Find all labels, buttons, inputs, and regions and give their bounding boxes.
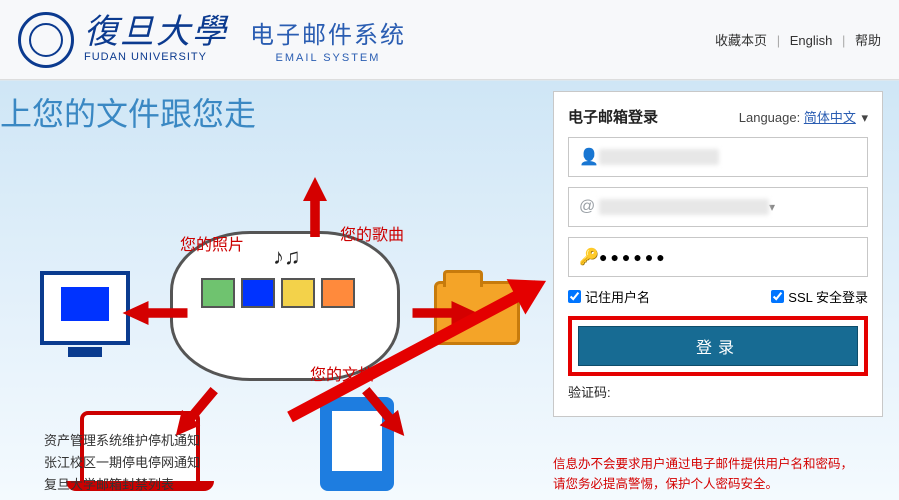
- login-button[interactable]: 登录: [578, 326, 858, 366]
- language-selector[interactable]: Language: 简体中文 ▾: [739, 107, 868, 126]
- login-panel: 电子邮箱登录 Language: 简体中文 ▾ 👤 @ 🔑 ●●●●●● 记住用…: [553, 91, 883, 417]
- illus-label-songs: 您的歌曲: [340, 221, 404, 245]
- caret-down-icon: ▾: [861, 110, 868, 125]
- link-help[interactable]: 帮助: [855, 33, 881, 48]
- link-english[interactable]: English: [790, 33, 833, 48]
- key-icon: 🔑: [579, 247, 599, 267]
- ssl-login-checkbox[interactable]: SSL 安全登录: [771, 287, 868, 306]
- ssl-label: SSL 安全登录: [788, 287, 868, 306]
- university-name-en: FUDAN UNIVERSITY: [84, 52, 228, 63]
- password-field[interactable]: 🔑 ●●●●●●: [568, 237, 868, 277]
- brand-block: 復旦大學 FUDAN UNIVERSITY 电子邮件系统 EMAIL SYSTE…: [18, 12, 406, 68]
- monitor-icon: [40, 271, 130, 345]
- remember-checkbox-input[interactable]: [568, 290, 581, 303]
- separator: |: [842, 33, 845, 48]
- notice-item[interactable]: 张江校区一期停电停网通知: [44, 452, 200, 474]
- top-links: 收藏本页 | English | 帮助: [715, 30, 881, 49]
- app-tile-icon: [201, 278, 235, 308]
- password-value: ●●●●●●: [599, 249, 668, 265]
- remember-label: 记住用户名: [585, 287, 650, 306]
- login-button-highlight: 登录: [568, 316, 868, 376]
- login-title: 电子邮箱登录: [568, 106, 658, 127]
- link-bookmark[interactable]: 收藏本页: [715, 33, 767, 48]
- at-icon: @: [579, 198, 599, 216]
- domain-value: [599, 199, 769, 215]
- system-title: 电子邮件系统 EMAIL SYSTEM: [250, 15, 406, 64]
- ssl-checkbox-input[interactable]: [771, 290, 784, 303]
- language-value[interactable]: 简体中文: [804, 110, 856, 125]
- captcha-label: 验证码:: [568, 385, 611, 398]
- notice-item[interactable]: 复旦大学邮箱封禁列表: [44, 474, 200, 496]
- arrow-icon: [303, 177, 327, 237]
- domain-select[interactable]: @: [568, 187, 868, 227]
- separator: |: [777, 33, 780, 48]
- main-area: 上您的文件跟您走 ♪♫ 您的照片 您的歌曲 您的文档 资产管理系统维护停机通知 …: [0, 80, 899, 500]
- warning-line: 信息办不会要求用户通过电子邮件提供用户名和密码，: [553, 454, 873, 474]
- app-tile-icon: [241, 278, 275, 308]
- slogan-text: 上您的文件跟您走: [0, 89, 256, 135]
- illus-label-photos: 您的照片: [180, 231, 244, 255]
- security-warning: 信息办不会要求用户通过电子邮件提供用户名和密码， 请您务必提高警惕，保护个人密码…: [553, 454, 873, 494]
- username-field[interactable]: 👤: [568, 137, 868, 177]
- system-title-cn: 电子邮件系统: [250, 15, 406, 50]
- notice-item[interactable]: 资产管理系统维护停机通知: [44, 430, 200, 452]
- user-icon: 👤: [579, 147, 599, 167]
- remember-username-checkbox[interactable]: 记住用户名: [568, 287, 650, 306]
- app-tile-icon: [321, 278, 355, 308]
- system-title-en: EMAIL SYSTEM: [250, 52, 406, 64]
- university-name: 復旦大學 FUDAN UNIVERSITY: [84, 16, 228, 63]
- music-notes-icon: ♪♫: [273, 244, 301, 270]
- username-value: [599, 149, 719, 165]
- notice-list: 资产管理系统维护停机通知 张江校区一期停电停网通知 复旦大学邮箱封禁列表: [44, 430, 200, 496]
- university-seal-icon: [18, 12, 74, 68]
- warning-line: 请您务必提高警惕，保护个人密码安全。: [553, 474, 873, 494]
- page-header: 復旦大學 FUDAN UNIVERSITY 电子邮件系统 EMAIL SYSTE…: [0, 0, 899, 80]
- app-tile-icon: [281, 278, 315, 308]
- university-name-cn: 復旦大學: [84, 16, 228, 50]
- language-label: Language:: [739, 110, 800, 125]
- captcha-row: 验证码:: [568, 382, 868, 398]
